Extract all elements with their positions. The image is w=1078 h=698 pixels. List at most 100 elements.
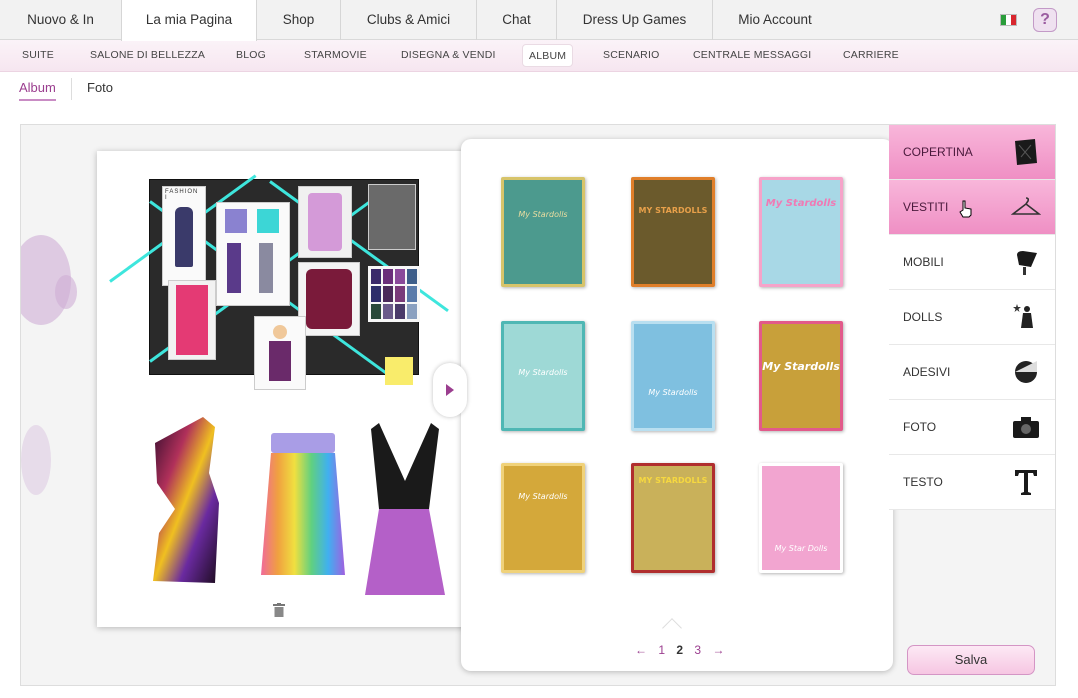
album-cover-option[interactable]: My Stardolls <box>501 177 585 287</box>
tab-divider <box>71 78 72 100</box>
dress-rainbow[interactable] <box>257 429 349 579</box>
cover-title: MY STARDOLLS <box>638 206 708 215</box>
dress-halter-purple[interactable] <box>359 419 451 601</box>
paint-splatter <box>21 425 51 495</box>
pagination: ← 1 2 3 → <box>631 643 728 657</box>
tab-album[interactable]: Album <box>19 80 56 101</box>
category-label: VESTITI <box>903 200 949 214</box>
coat-photo <box>298 186 352 258</box>
prev-page-button[interactable]: ← <box>635 643 647 657</box>
page-2-current: 2 <box>676 643 684 657</box>
tab-mio-account[interactable]: Mio Account <box>713 0 837 40</box>
subnav-salone-di-bellezza[interactable]: SALONE DI BELLEZZA <box>84 44 211 67</box>
moodboard-image[interactable]: FASHION I <box>109 174 449 390</box>
color-swatch <box>407 303 417 319</box>
paint-splatter <box>55 275 77 309</box>
fashion-label: FASHION I <box>165 189 199 201</box>
category-dolls[interactable]: DOLLS <box>889 290 1055 345</box>
cover-title: My Stardolls <box>518 492 568 501</box>
color-swatch <box>371 269 381 285</box>
album-left-page: FASHION I <box>97 151 469 627</box>
tab-dress-up-games[interactable]: Dress Up Games <box>557 0 713 40</box>
pink-dress-photo <box>168 280 216 360</box>
cover-title: My Star Dolls <box>774 544 828 553</box>
sub-navigation: SUITE SALONE DI BELLEZZA BLOG STARMOVIE … <box>0 40 1078 72</box>
album-cover-option[interactable]: My Stardolls <box>759 177 843 287</box>
album-cover-option[interactable]: My Stardolls <box>759 321 843 431</box>
subnav-carriere[interactable]: CARRIERE <box>837 44 905 67</box>
next-page-button[interactable]: → <box>712 643 724 657</box>
book-cover-icon <box>1015 139 1037 165</box>
cover-title: My Stardolls <box>762 360 840 373</box>
cover-selection-panel: My Stardolls MY STARDOLLS My Stardolls M… <box>461 139 893 671</box>
panel-pointer <box>662 618 682 638</box>
category-adesivi[interactable]: ADESIVI <box>889 345 1055 400</box>
tab-chat[interactable]: Chat <box>477 0 557 40</box>
cover-title: My Stardolls <box>518 368 568 377</box>
color-swatch <box>395 303 405 319</box>
cover-title: My Stardolls <box>518 210 568 219</box>
category-label: DOLLS <box>903 310 943 324</box>
page-1-link[interactable]: 1 <box>658 643 665 657</box>
color-swatch <box>371 286 381 302</box>
subnav-blog[interactable]: BLOG <box>230 44 272 67</box>
hanger-icon <box>1011 197 1041 215</box>
album-cover-option[interactable]: MY STARDOLLS <box>631 463 715 573</box>
category-label: ADESIVI <box>903 365 951 379</box>
tab-foto[interactable]: Foto <box>87 80 113 95</box>
category-label: FOTO <box>903 420 937 434</box>
hand-cursor-icon <box>959 200 972 218</box>
album-cover-option[interactable]: My Stardolls <box>631 321 715 431</box>
album-cover-option[interactable]: My Stardolls <box>501 321 585 431</box>
color-swatch <box>407 286 417 302</box>
color-swatch <box>407 269 417 285</box>
subnav-centrale-messaggi[interactable]: CENTRALE MESSAGGI <box>687 44 817 67</box>
trash-icon[interactable] <box>273 603 285 617</box>
doll-icon <box>1013 304 1033 328</box>
text-icon <box>1015 470 1037 495</box>
room-photo <box>368 184 416 250</box>
camera-icon <box>1013 417 1039 438</box>
subnav-suite[interactable]: SUITE <box>16 44 60 67</box>
post-it-note <box>385 357 413 385</box>
category-copertina[interactable]: COPERTINA <box>889 125 1055 180</box>
category-sidebar: COPERTINA VESTITI MOBILI DOLLS ADESIVI F… <box>889 125 1055 510</box>
tab-la-mia-pagina[interactable]: La mia Pagina <box>121 0 257 41</box>
tab-nuovo-in[interactable]: Nuovo & In <box>0 0 122 40</box>
album-cover-option[interactable]: MY STARDOLLS <box>631 177 715 287</box>
cover-title: My Stardolls <box>648 388 698 397</box>
tab-shop[interactable]: Shop <box>257 0 341 40</box>
italian-flag-icon[interactable] <box>1000 14 1017 26</box>
page-3-link[interactable]: 3 <box>694 643 701 657</box>
subnav-album[interactable]: ALBUM <box>522 44 574 67</box>
category-mobili[interactable]: MOBILI <box>889 235 1055 290</box>
dress-one-shoulder[interactable] <box>145 413 231 585</box>
jacket-photo <box>298 262 360 336</box>
category-testo[interactable]: TESTO <box>889 455 1055 510</box>
doll-photo <box>254 316 306 390</box>
color-swatches <box>368 266 420 322</box>
subnav-starmovie[interactable]: STARMOVIE <box>298 44 373 67</box>
category-vestiti[interactable]: VESTITI <box>889 180 1055 235</box>
save-button[interactable]: Salva <box>907 645 1035 675</box>
color-swatch <box>371 303 381 319</box>
tab-clubs-amici[interactable]: Clubs & Amici <box>341 0 477 40</box>
category-foto[interactable]: FOTO <box>889 400 1055 455</box>
next-page-arrow[interactable] <box>433 363 467 417</box>
album-cover-option[interactable]: My Stardolls <box>501 463 585 573</box>
category-label: TESTO <box>903 475 943 489</box>
help-button[interactable]: ? <box>1033 8 1057 32</box>
chair-icon <box>1017 251 1037 275</box>
color-swatch <box>383 286 393 302</box>
color-swatch <box>395 269 405 285</box>
color-swatch <box>383 303 393 319</box>
cover-title: MY STARDOLLS <box>638 476 708 485</box>
subnav-disegna-vendi[interactable]: DISEGNA & VENDI <box>395 44 502 67</box>
sticker-icon <box>1015 361 1037 383</box>
subnav-scenario[interactable]: SCENARIO <box>597 44 665 67</box>
album-editor: FASHION I My Stardolls MY STARDOLLS My S… <box>20 124 1056 686</box>
clothes-photo <box>216 202 290 306</box>
album-cover-option[interactable]: My Star Dolls <box>759 463 843 573</box>
color-swatch <box>383 269 393 285</box>
category-label: COPERTINA <box>903 145 973 159</box>
